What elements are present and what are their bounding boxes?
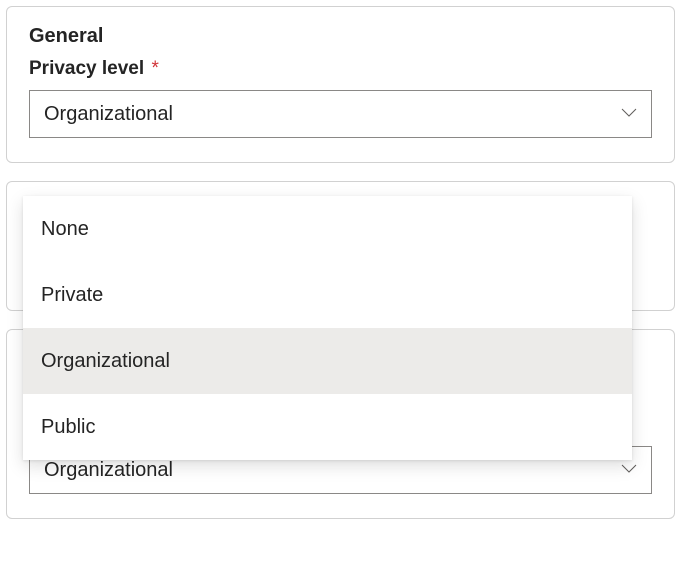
required-indicator: * <box>151 58 158 79</box>
chevron-down-icon <box>621 105 637 123</box>
privacy-level-dropdown: None Private Organizational Public <box>23 196 632 460</box>
select-value: Organizational <box>44 103 173 126</box>
general-card: General Privacy level * Organizational <box>6 6 675 163</box>
dropdown-option-none[interactable]: None <box>23 196 632 262</box>
card-header: General <box>29 25 652 48</box>
dropdown-option-private[interactable]: Private <box>23 262 632 328</box>
dropdown-option-public[interactable]: Public <box>23 394 632 460</box>
dropdown-option-organizational[interactable]: Organizational <box>23 328 632 394</box>
chevron-down-icon <box>621 461 637 479</box>
select-value: Organizational <box>44 459 173 482</box>
privacy-level-label: Privacy level * <box>29 58 652 80</box>
privacy-level-select[interactable]: Organizational <box>29 90 652 138</box>
hidden-card: None Private Organizational Public <box>6 181 675 311</box>
field-label-text: Privacy level <box>29 58 144 79</box>
